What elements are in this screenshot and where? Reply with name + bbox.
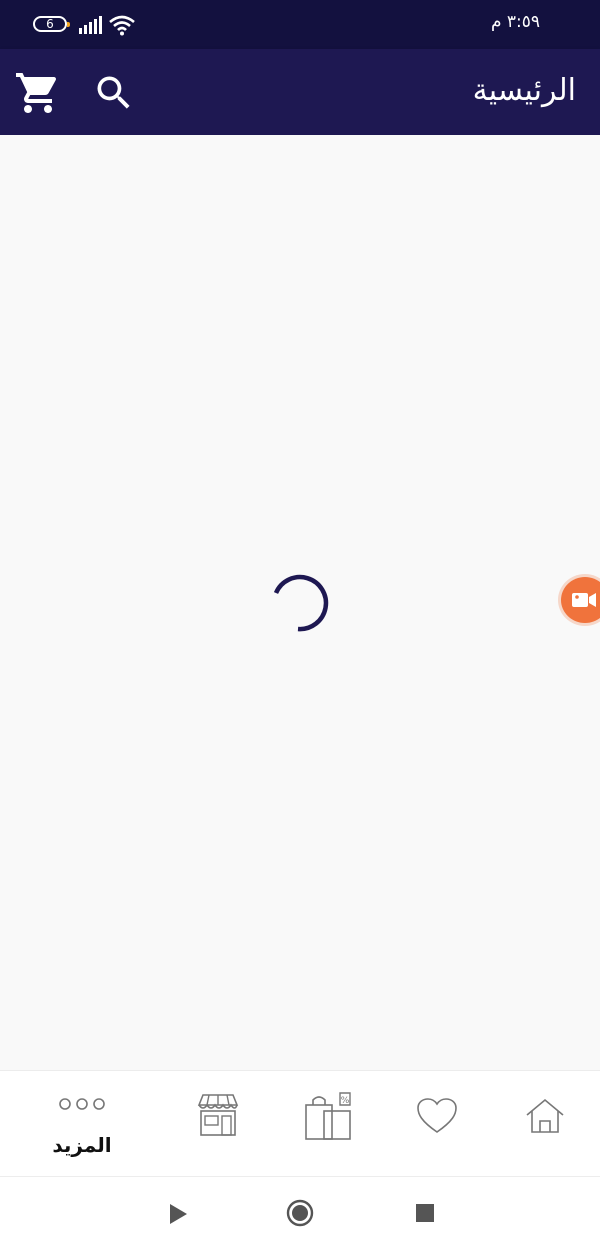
main-content (0, 135, 600, 1070)
signal-icon (79, 16, 102, 34)
system-nav-bar (0, 1176, 600, 1249)
video-camera-icon (572, 593, 596, 607)
nav-item-favorites[interactable] (400, 1071, 476, 1177)
home-button-icon[interactable] (286, 1199, 314, 1227)
nav-item-home[interactable] (508, 1071, 584, 1177)
heart-icon (417, 1098, 457, 1133)
home-icon (526, 1098, 564, 1133)
nav-item-offers[interactable]: % (290, 1071, 366, 1177)
loading-spinner-icon (273, 574, 329, 632)
back-icon[interactable] (168, 1203, 188, 1225)
status-time: ٣:٥٩ م (490, 12, 540, 32)
nav-item-store[interactable] (180, 1071, 256, 1177)
search-icon[interactable] (92, 71, 136, 115)
more-dots-icon (59, 1098, 105, 1110)
battery-level: 6 (46, 17, 54, 31)
store-icon (197, 1094, 239, 1136)
cart-icon[interactable] (14, 69, 62, 117)
nav-more-label: المزيد (52, 1133, 112, 1157)
svg-text:%: % (341, 1096, 350, 1106)
battery-icon: 6 (33, 16, 70, 32)
app-bar: الرئيسية (0, 49, 600, 135)
status-bar: 6 ٣:٥٩ م (0, 0, 600, 49)
offers-bags-icon: % (305, 1092, 351, 1140)
page-title: الرئيسية (472, 73, 576, 108)
recents-icon[interactable] (415, 1203, 435, 1223)
nav-item-more[interactable]: المزيد (22, 1071, 142, 1177)
wifi-icon (109, 15, 135, 36)
bottom-nav: المزيد % (0, 1070, 600, 1177)
